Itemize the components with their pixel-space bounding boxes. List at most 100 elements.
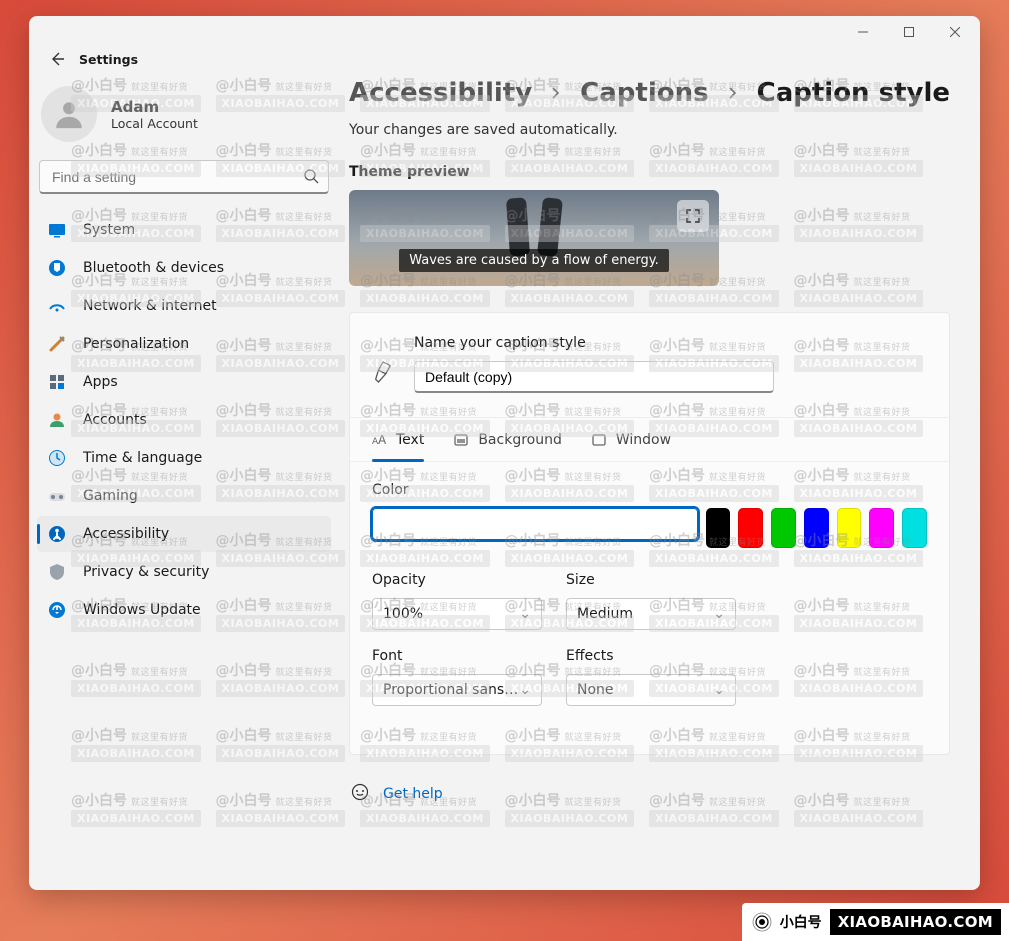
background-icon <box>454 433 468 447</box>
window-minimize-button[interactable] <box>840 16 886 48</box>
search-icon <box>303 168 319 188</box>
nav-icon <box>47 220 67 240</box>
size-label: Size <box>566 572 736 588</box>
nav-icon <box>47 410 67 430</box>
sidebar-item-label: Bluetooth & devices <box>83 260 224 276</box>
search-input[interactable] <box>39 160 329 194</box>
app-title: Settings <box>79 52 138 67</box>
nav-icon <box>47 448 67 468</box>
sidebar-item-system[interactable]: System <box>37 212 331 248</box>
expand-preview-button[interactable] <box>677 200 709 232</box>
sidebar-item-label: System <box>83 222 135 238</box>
chevron-down-icon: ⌄ <box>519 682 531 698</box>
account-type: Local Account <box>111 116 198 131</box>
chevron-down-icon: ⌄ <box>713 606 725 622</box>
help-icon <box>351 783 369 805</box>
titlebar <box>29 16 980 48</box>
svg-text:A: A <box>378 433 386 447</box>
font-label: Font <box>372 648 542 664</box>
tab-window-label: Window <box>616 432 671 448</box>
theme-preview-title: Theme preview <box>349 164 950 180</box>
color-swatch[interactable] <box>706 508 731 548</box>
color-swatches <box>372 508 927 548</box>
nav-icon <box>47 600 67 620</box>
sidebar-item-label: Accessibility <box>83 526 169 542</box>
color-swatch[interactable] <box>804 508 829 548</box>
sidebar-item-accessibility[interactable]: Accessibility <box>37 516 331 552</box>
back-button[interactable] <box>41 43 73 75</box>
sidebar: Settings Adam Local Account <box>29 48 339 890</box>
name-label: Name your caption style <box>414 335 927 351</box>
sidebar-item-bluetooth-devices[interactable]: Bluetooth & devices <box>37 250 331 286</box>
get-help-row[interactable]: Get help <box>349 783 950 805</box>
content-area: Accessibility Captions Caption style You… <box>339 48 980 890</box>
chevron-down-icon: ⌄ <box>519 606 531 622</box>
nav-icon <box>47 562 67 582</box>
color-label: Color <box>372 482 927 498</box>
preview-caption-text: Waves are caused by a flow of energy. <box>399 249 669 272</box>
effects-select[interactable]: None ⌄ <box>566 674 736 706</box>
sidebar-item-label: Accounts <box>83 412 147 428</box>
sidebar-item-accounts[interactable]: Accounts <box>37 402 331 438</box>
chevron-right-icon <box>550 87 562 99</box>
color-swatch[interactable] <box>869 508 894 548</box>
avatar <box>41 86 97 142</box>
source-badge: 小白号 XIAOBAIHAO.COM <box>742 903 1009 941</box>
color-swatch[interactable] <box>837 508 862 548</box>
tab-text-label: Text <box>396 432 424 448</box>
tab-background-label: Background <box>478 432 562 448</box>
sidebar-item-label: Apps <box>83 374 118 390</box>
chevron-right-icon <box>727 87 739 99</box>
sidebar-item-label: Time & language <box>83 450 202 466</box>
color-swatch[interactable] <box>738 508 763 548</box>
autosave-note: Your changes are saved automatically. <box>349 122 950 138</box>
breadcrumb: Accessibility Captions Caption style <box>349 78 950 108</box>
nav-list: System Bluetooth & devices Network & inter… <box>37 212 331 628</box>
get-help-link[interactable]: Get help <box>383 786 443 802</box>
nav-icon <box>47 334 67 354</box>
sidebar-item-personalization[interactable]: Personalization <box>37 326 331 362</box>
tab-window[interactable]: Window <box>592 418 671 461</box>
nav-icon <box>47 372 67 392</box>
sidebar-item-privacy-security[interactable]: Privacy & security <box>37 554 331 590</box>
style-name-input[interactable] <box>414 361 774 393</box>
sidebar-item-label: Privacy & security <box>83 564 209 580</box>
sidebar-item-time-language[interactable]: Time & language <box>37 440 331 476</box>
effects-label: Effects <box>566 648 736 664</box>
theme-preview: Waves are caused by a flow of energy. <box>349 190 719 286</box>
sidebar-item-label: Windows Update <box>83 602 201 618</box>
text-icon: AA <box>372 433 386 447</box>
sidebar-item-windows-update[interactable]: Windows Update <box>37 592 331 628</box>
crumb-captions[interactable]: Captions <box>580 78 708 108</box>
color-swatch[interactable] <box>372 508 698 540</box>
chevron-down-icon: ⌄ <box>713 682 725 698</box>
font-select[interactable]: Proportional sans s… ⌄ <box>372 674 542 706</box>
tab-text[interactable]: AA Text <box>372 418 424 461</box>
caption-tabs: AA Text Background Window <box>350 418 949 462</box>
crumb-accessibility[interactable]: Accessibility <box>349 78 532 108</box>
color-swatch[interactable] <box>902 508 927 548</box>
crumb-caption-style: Caption style <box>757 78 950 108</box>
sidebar-item-label: Personalization <box>83 336 189 352</box>
profile-block[interactable]: Adam Local Account <box>37 76 331 160</box>
size-select[interactable]: Medium ⌄ <box>566 598 736 630</box>
nav-icon <box>47 524 67 544</box>
window-close-button[interactable] <box>932 16 978 48</box>
sidebar-item-network-internet[interactable]: Network & internet <box>37 288 331 324</box>
pen-icon <box>372 361 394 383</box>
nav-icon <box>47 296 67 316</box>
tab-background[interactable]: Background <box>454 418 562 461</box>
nav-icon <box>47 258 67 278</box>
sidebar-item-gaming[interactable]: Gaming <box>37 478 331 514</box>
window-icon <box>592 433 606 447</box>
opacity-label: Opacity <box>372 572 542 588</box>
sidebar-item-apps[interactable]: Apps <box>37 364 331 400</box>
sidebar-item-label: Network & internet <box>83 298 217 314</box>
window-maximize-button[interactable] <box>886 16 932 48</box>
color-swatch[interactable] <box>771 508 796 548</box>
sidebar-item-label: Gaming <box>83 488 138 504</box>
nav-icon <box>47 486 67 506</box>
opacity-select[interactable]: 100% ⌄ <box>372 598 542 630</box>
user-name: Adam <box>111 98 198 116</box>
settings-window: Settings Adam Local Account <box>29 16 980 890</box>
